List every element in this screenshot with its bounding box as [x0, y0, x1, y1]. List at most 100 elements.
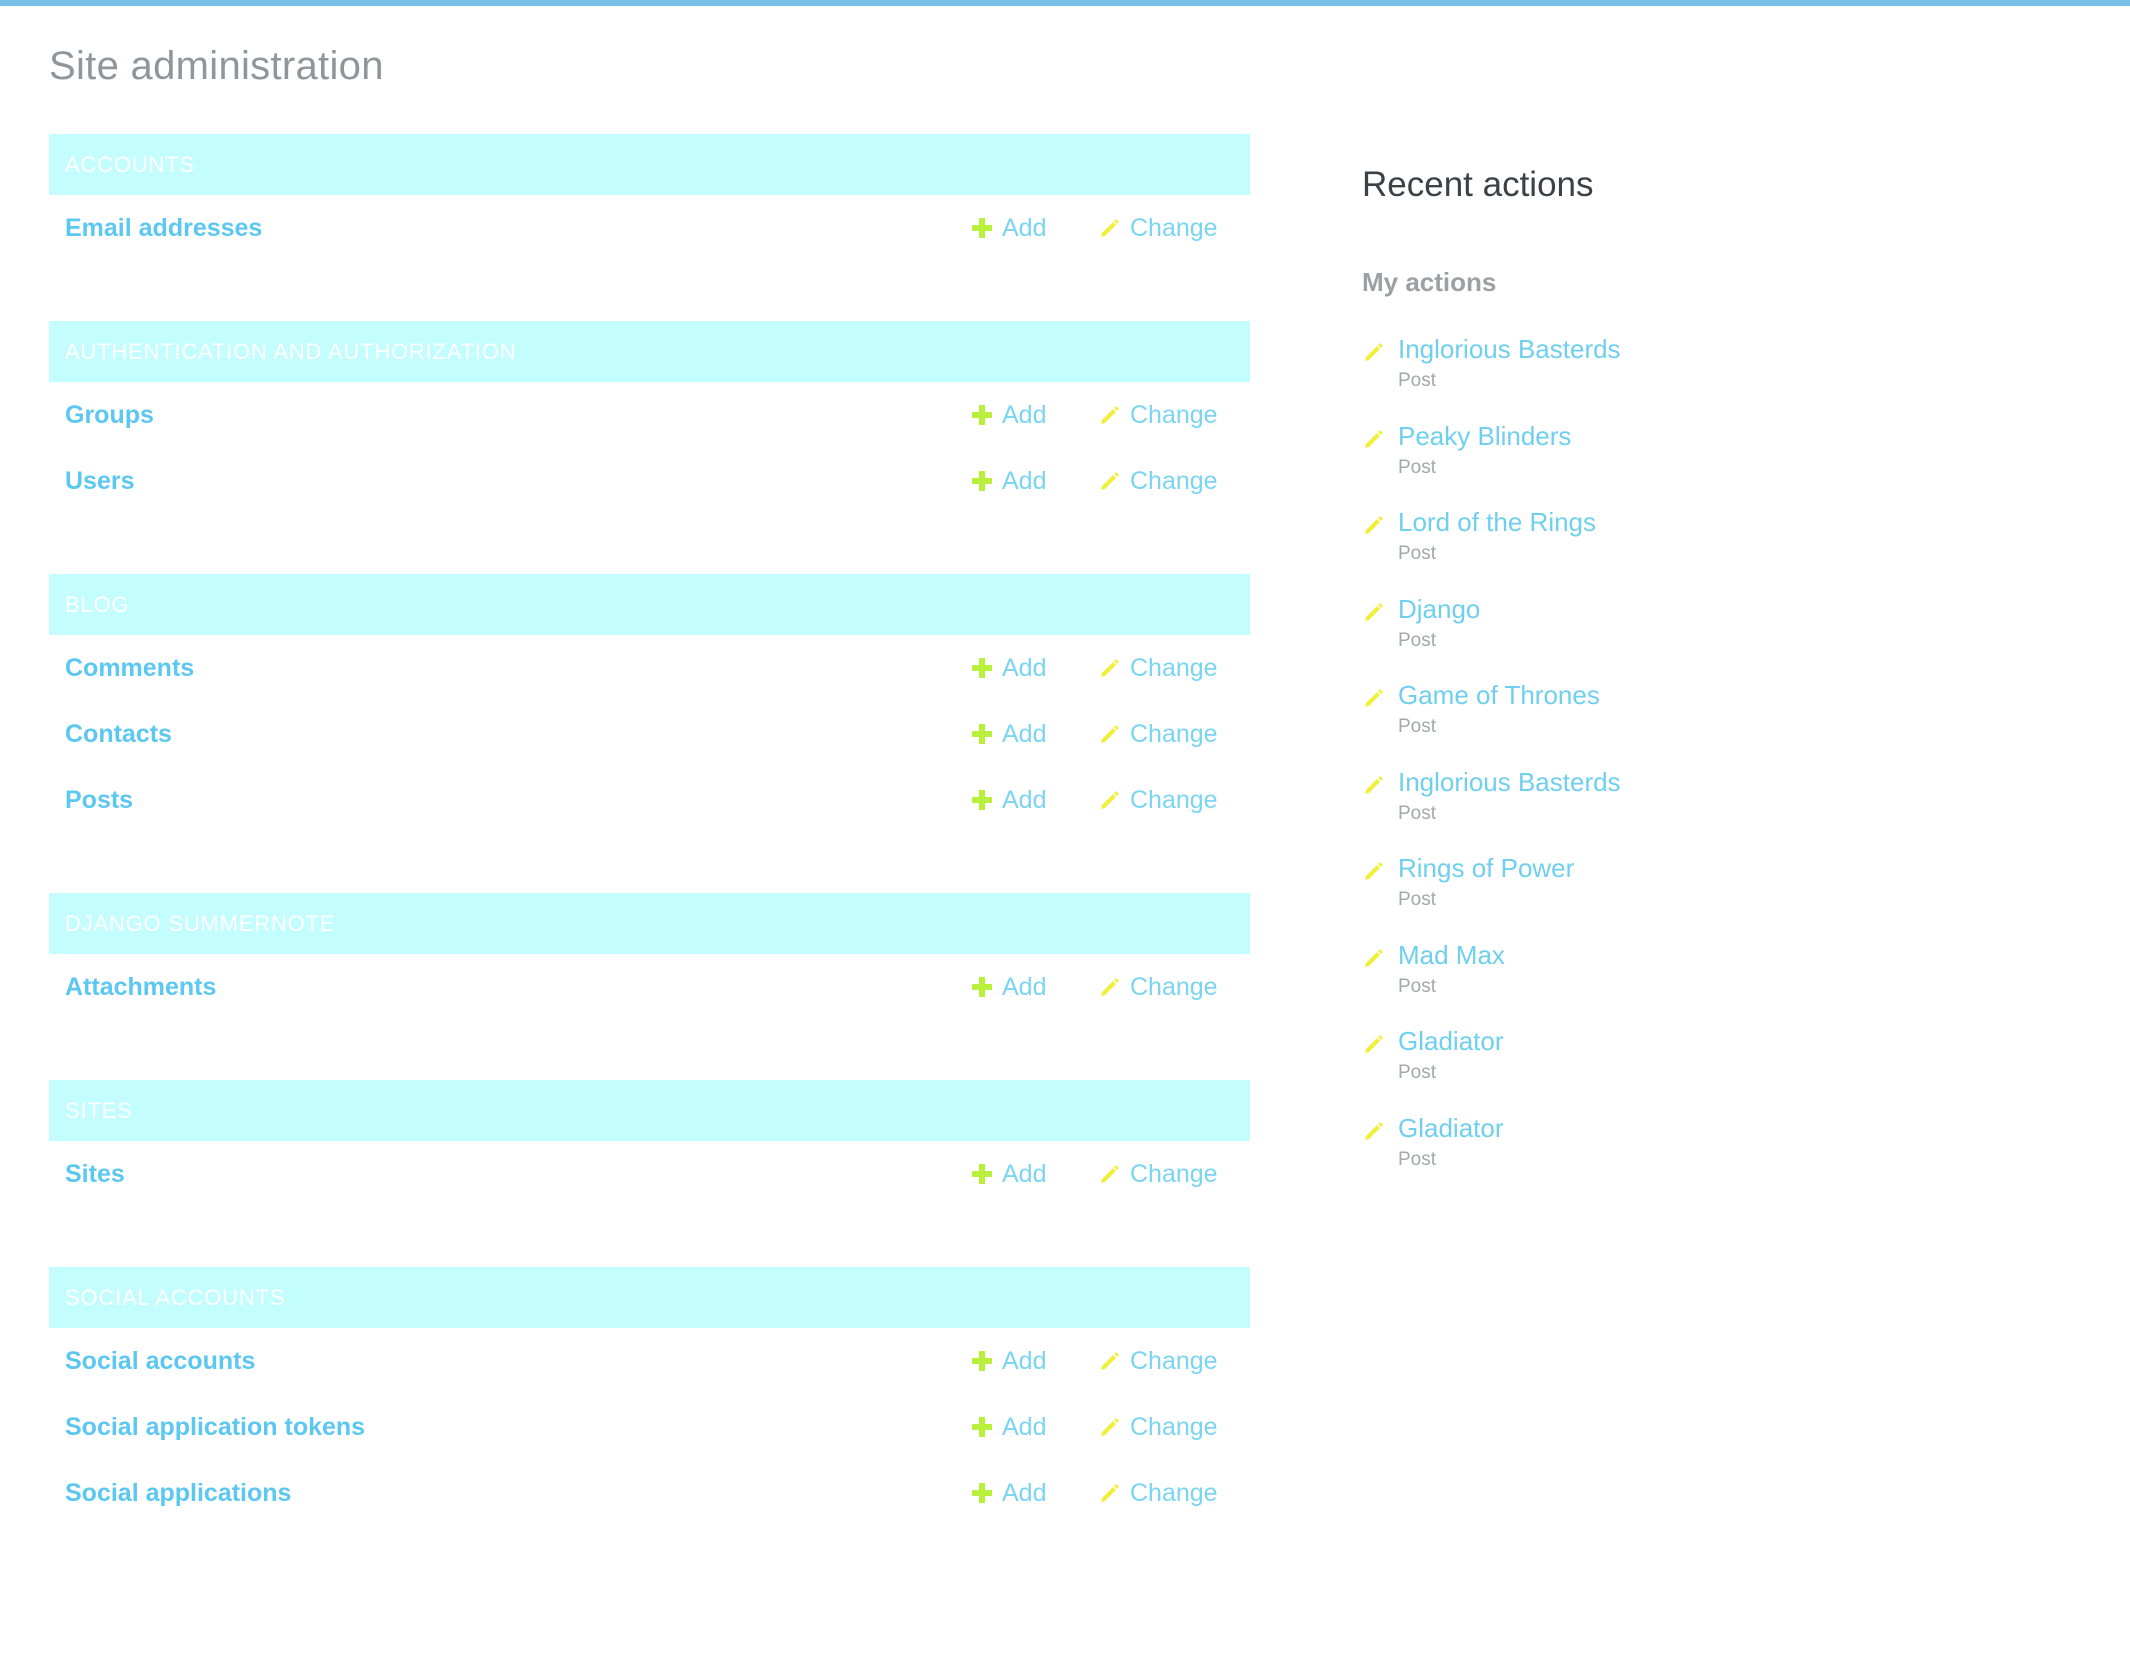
model-row-social-application-tokens: Social application tokens Add Change: [49, 1394, 1250, 1460]
model-link[interactable]: Attachments: [65, 973, 216, 1002]
model-link[interactable]: Users: [65, 467, 135, 496]
model-link[interactable]: Social application tokens: [65, 1413, 365, 1442]
model-row-users: Users Add Change: [49, 448, 1250, 514]
model-link[interactable]: Social applications: [65, 1479, 291, 1508]
add-link[interactable]: Add: [972, 767, 1046, 833]
action-link[interactable]: Inglorious Basterds: [1398, 767, 1621, 798]
action-type: Post: [1398, 1148, 1437, 1170]
action-link[interactable]: Rings of Power: [1398, 853, 1574, 884]
pencil-icon: [1365, 775, 1383, 794]
model-link[interactable]: Social accounts: [65, 1347, 255, 1376]
app-module-django-summernote: Django Summernote Attachments Add Change: [49, 893, 1250, 1020]
action-item: Django Post: [1362, 590, 2062, 677]
pencil-icon: [1365, 429, 1383, 448]
add-link[interactable]: Add: [972, 635, 1046, 701]
pencil-icon: [1101, 791, 1119, 809]
action-item: Lord of the Rings Post: [1362, 503, 2062, 590]
add-label: Add: [1002, 1346, 1047, 1375]
pencil-icon: [1365, 602, 1383, 621]
add-label: Add: [1002, 719, 1047, 748]
add-link[interactable]: Add: [972, 1141, 1046, 1207]
change-link[interactable]: Change: [1098, 1141, 1218, 1207]
change-link[interactable]: Change: [1098, 701, 1218, 767]
pencil-icon: [1101, 1165, 1119, 1183]
add-link[interactable]: Add: [972, 1394, 1046, 1460]
model-link[interactable]: Contacts: [65, 720, 172, 749]
change-link[interactable]: Change: [1098, 448, 1218, 514]
module-header-label[interactable]: Authentication and Authorization: [65, 339, 516, 365]
module-header: Accounts: [49, 134, 1250, 195]
model-link[interactable]: Comments: [65, 654, 194, 683]
change-link[interactable]: Change: [1098, 382, 1218, 448]
add-link[interactable]: Add: [972, 1460, 1046, 1526]
module-header-label[interactable]: Blog: [65, 592, 129, 618]
pencil-icon: [1101, 1484, 1119, 1502]
pencil-icon: [1101, 659, 1119, 677]
module-header-label[interactable]: Accounts: [65, 152, 195, 178]
model-row-contacts: Contacts Add Change: [49, 701, 1250, 767]
my-actions-heading: My actions: [1362, 267, 1497, 297]
module-header-label[interactable]: Social Accounts: [65, 1285, 285, 1311]
recent-actions-panel: Recent actions My actions Inglorious Bas…: [1362, 165, 2062, 1195]
pencil-icon: [1365, 689, 1383, 707]
change-link[interactable]: Change: [1098, 767, 1218, 833]
action-link[interactable]: Game of Thrones: [1398, 680, 1600, 711]
change-label: Change: [1130, 719, 1218, 748]
model-link[interactable]: Groups: [65, 401, 154, 430]
module-header-label[interactable]: Sites: [65, 1098, 133, 1124]
recent-actions-title: Recent actions: [1362, 165, 1594, 204]
add-link[interactable]: Add: [972, 195, 1046, 261]
plus-icon: [972, 790, 992, 810]
add-label: Add: [1002, 653, 1047, 682]
add-label: Add: [1002, 466, 1047, 495]
top-bar: [0, 0, 2130, 6]
add-label: Add: [1002, 1412, 1047, 1441]
action-list: Inglorious Basterds Post Peaky Blinders Pos…: [1362, 330, 2062, 1195]
pencil-icon: [1101, 725, 1119, 743]
change-label: Change: [1130, 972, 1218, 1001]
action-type: Post: [1398, 975, 1437, 997]
app-module-blog: Blog Comments Add Change Contacts Add Change Po…: [49, 574, 1250, 833]
add-link[interactable]: Add: [972, 382, 1046, 448]
change-link[interactable]: Change: [1098, 195, 1218, 261]
action-item: Rings of Power Post: [1362, 849, 2062, 936]
action-link[interactable]: Mad Max: [1398, 940, 1505, 971]
plus-icon: [972, 724, 992, 744]
action-link[interactable]: Lord of the Rings: [1398, 507, 1596, 538]
change-label: Change: [1130, 785, 1218, 814]
add-link[interactable]: Add: [972, 1328, 1046, 1394]
add-link[interactable]: Add: [972, 954, 1046, 1020]
change-link[interactable]: Change: [1098, 954, 1218, 1020]
change-link[interactable]: Change: [1098, 1394, 1218, 1460]
action-type: Post: [1398, 543, 1437, 564]
model-row-social-applications: Social applications Add Change: [49, 1460, 1250, 1526]
pencil-icon: [1365, 862, 1383, 880]
pencil-icon: [1101, 1418, 1119, 1436]
model-link[interactable]: Sites: [65, 1160, 125, 1189]
model-link[interactable]: Email addresses: [65, 214, 262, 243]
change-link[interactable]: Change: [1098, 1328, 1218, 1394]
module-header: Authentication and Authorization: [49, 321, 1250, 382]
plus-icon: [972, 1164, 992, 1184]
module-header-label[interactable]: Django Summernote: [65, 911, 335, 937]
add-link[interactable]: Add: [972, 448, 1046, 514]
add-link[interactable]: Add: [972, 701, 1046, 767]
change-link[interactable]: Change: [1098, 1460, 1218, 1526]
action-item: Mad Max Post: [1362, 936, 2062, 1023]
plus-icon: [972, 218, 992, 238]
page-title: Site administration: [49, 44, 384, 88]
change-link[interactable]: Change: [1098, 635, 1218, 701]
action-link[interactable]: Peaky Blinders: [1398, 421, 1571, 452]
app-module-authentication-and-authorization: Authentication and Authorization Groups Ad…: [49, 321, 1250, 514]
model-link[interactable]: Posts: [65, 786, 133, 815]
pencil-icon: [1365, 1035, 1383, 1053]
app-module-sites: Sites Sites Add Change: [49, 1080, 1250, 1207]
add-label: Add: [1002, 1478, 1047, 1507]
action-link[interactable]: Inglorious Basterds: [1398, 334, 1621, 365]
add-label: Add: [1002, 785, 1047, 814]
action-item: Inglorious Basterds Post: [1362, 330, 2062, 417]
action-link[interactable]: Django: [1398, 594, 1480, 625]
action-link[interactable]: Gladiator: [1398, 1026, 1504, 1057]
action-link[interactable]: Gladiator: [1398, 1113, 1504, 1144]
change-label: Change: [1130, 466, 1218, 495]
